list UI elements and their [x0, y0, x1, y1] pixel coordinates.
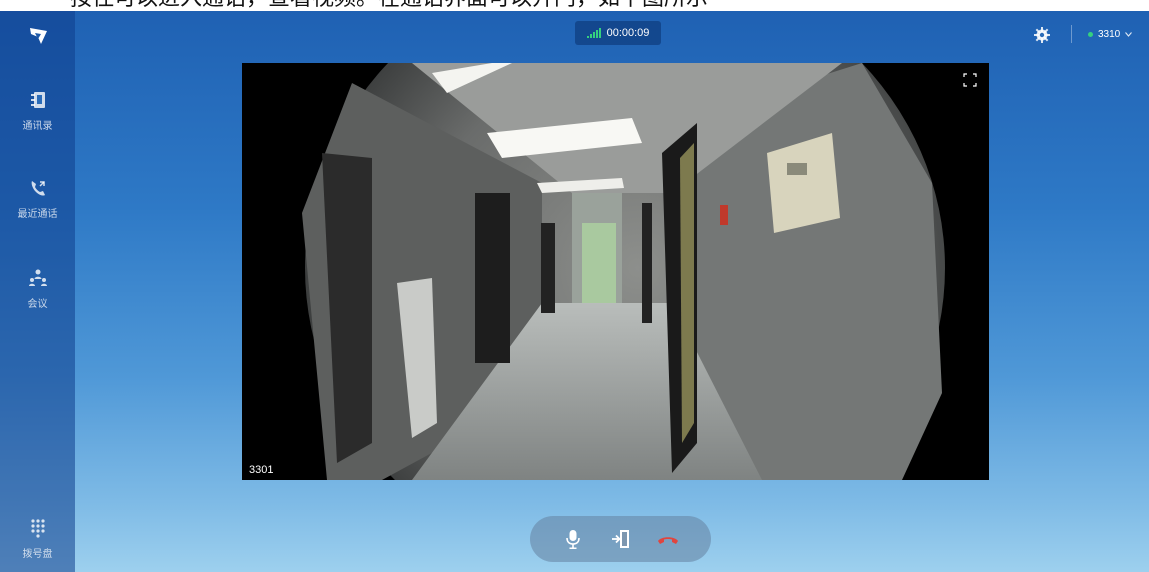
call-timer: 00:00:09 — [575, 21, 661, 45]
caption-strip: 按住可以进入通话，查看视频。在通话界面可以开门，如下图所示 — [0, 0, 1149, 11]
app-logo — [30, 28, 47, 44]
sidebar-item-recent-calls[interactable]: 最近通话 — [0, 177, 75, 220]
status-indicator — [1088, 31, 1093, 37]
caller-id: 3301 — [249, 464, 274, 476]
door-camera-image — [242, 63, 989, 480]
caption-text: 按住可以进入通话，查看视频。在通话界面可以开门，如下图所示 — [70, 0, 708, 10]
conference-icon — [28, 269, 47, 286]
call-duration: 00:00:09 — [606, 27, 650, 39]
account-number: 3310 — [1098, 28, 1121, 40]
sidebar-item-contacts[interactable]: 通讯录 — [0, 89, 75, 132]
sidebar-item-conference[interactable]: 会议 — [0, 267, 75, 310]
gear-icon[interactable] — [1034, 27, 1050, 43]
dialpad-icon — [30, 519, 45, 538]
signal-bars-icon — [586, 28, 601, 38]
sidebar: 通讯录 最近通话 会议 拨号盘 — [0, 11, 75, 572]
sidebar-item-label: 最近通话 — [17, 209, 58, 220]
door-open-icon[interactable] — [609, 527, 633, 551]
header-divider — [1071, 25, 1072, 43]
expand-icon[interactable] — [963, 73, 977, 87]
sidebar-item-label: 通讯录 — [22, 121, 53, 132]
contacts-icon — [30, 92, 45, 108]
hangup-icon[interactable] — [656, 527, 680, 551]
video-feed: 3301 — [242, 63, 989, 480]
microphone-icon[interactable] — [561, 527, 585, 551]
sidebar-item-dialpad[interactable]: 拨号盘 — [0, 517, 75, 560]
app-window: 通讯录 最近通话 会议 拨号盘 00:00:09 3310 3301 — [0, 11, 1149, 572]
sidebar-item-label: 会议 — [27, 299, 48, 310]
call-controls-bar — [530, 516, 711, 562]
chevron-down-icon — [1125, 31, 1133, 37]
account-switcher[interactable]: 3310 — [1088, 26, 1133, 42]
recent-calls-icon — [31, 181, 45, 196]
sidebar-item-label: 拨号盘 — [22, 549, 53, 560]
